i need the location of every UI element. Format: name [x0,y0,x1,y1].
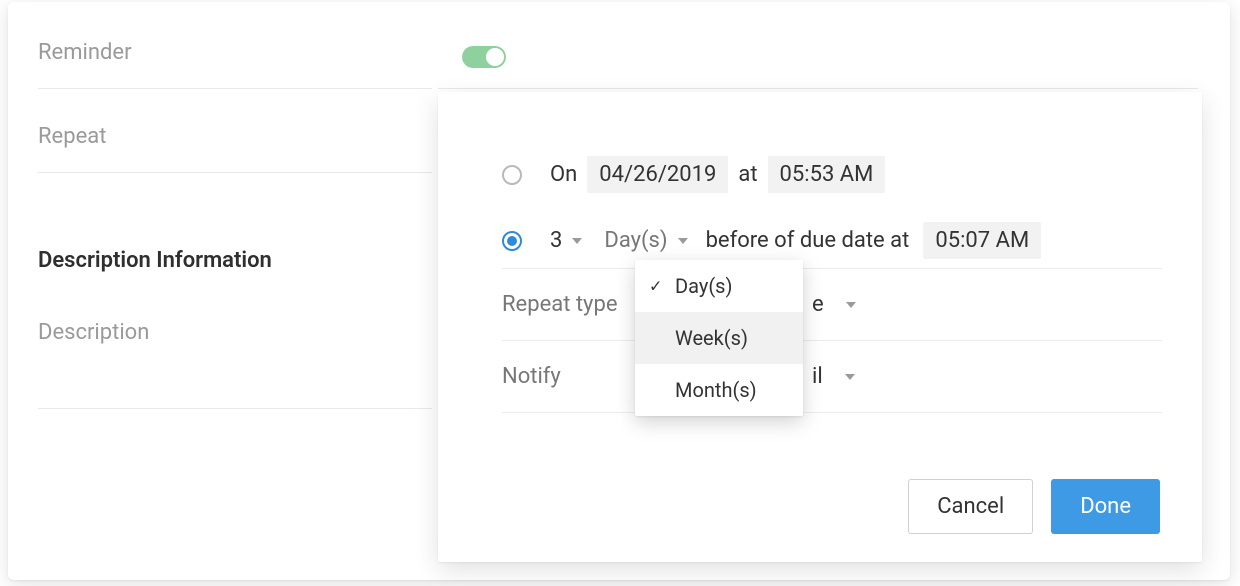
cancel-button[interactable]: Cancel [908,479,1033,534]
unit-option-days[interactable]: ✓ Day(s) [635,260,803,312]
unit-dropdown: ✓ Day(s) Week(s) Month(s) [635,260,803,416]
repeat-label: Repeat [38,124,106,149]
chevron-down-icon [572,238,582,244]
description-label: Description [38,320,149,345]
repeat-type-value-tail: e [812,292,824,317]
unit-option-months[interactable]: Month(s) [635,364,803,416]
reminder-option-on-row: On 04/26/2019 at 05:53 AM [502,156,1162,193]
unit-option-label: Week(s) [675,326,748,350]
date-field[interactable]: 04/26/2019 [587,156,728,193]
option-on-at: at [738,162,757,187]
chevron-down-icon [678,238,688,244]
unit-option-label: Day(s) [675,274,732,298]
popover-button-row: Cancel Done [908,479,1160,534]
unit-option-label: Month(s) [675,378,757,402]
notify-row: Notify il [502,364,1162,389]
count-select[interactable]: 3 [550,228,582,253]
unit-value: Day(s) [604,228,667,253]
time-on-field[interactable]: 05:53 AM [768,156,886,193]
done-button[interactable]: Done [1051,479,1160,534]
divider [38,408,432,409]
divider [38,172,432,173]
divider [38,88,432,89]
chevron-down-icon [846,302,856,308]
chevron-down-icon [845,374,855,380]
left-column: Reminder [38,40,418,75]
toggle-knob [486,48,504,66]
reminder-option-before-row: 3 Day(s) before of due date at 05:07 AM [502,222,1162,259]
check-icon: ✓ [649,277,662,296]
divider [502,340,1162,341]
section-heading: Description Information [38,248,272,273]
time-before-field[interactable]: 05:07 AM [923,222,1041,259]
repeat-type-select[interactable]: e [812,292,856,317]
form-card: Reminder Repeat Description Information … [8,2,1230,580]
notify-value-tail: il [812,364,823,389]
radio-before-due[interactable] [502,231,522,251]
reminder-popover: On 04/26/2019 at 05:53 AM 3 Day(s) befor… [438,92,1202,562]
count-value: 3 [550,228,562,253]
notify-select[interactable]: il [812,364,855,389]
before-suffix: before of due date at [706,228,910,253]
divider [502,412,1162,413]
reminder-toggle[interactable] [462,46,506,68]
radio-on-date[interactable] [502,165,522,185]
divider [502,268,1162,269]
unit-select[interactable]: Day(s) [604,228,687,253]
option-on-prefix: On [550,162,577,187]
divider [438,88,1198,89]
repeat-type-row: Repeat type e [502,292,1162,317]
unit-option-weeks[interactable]: Week(s) [635,312,803,364]
reminder-label: Reminder [38,40,132,65]
